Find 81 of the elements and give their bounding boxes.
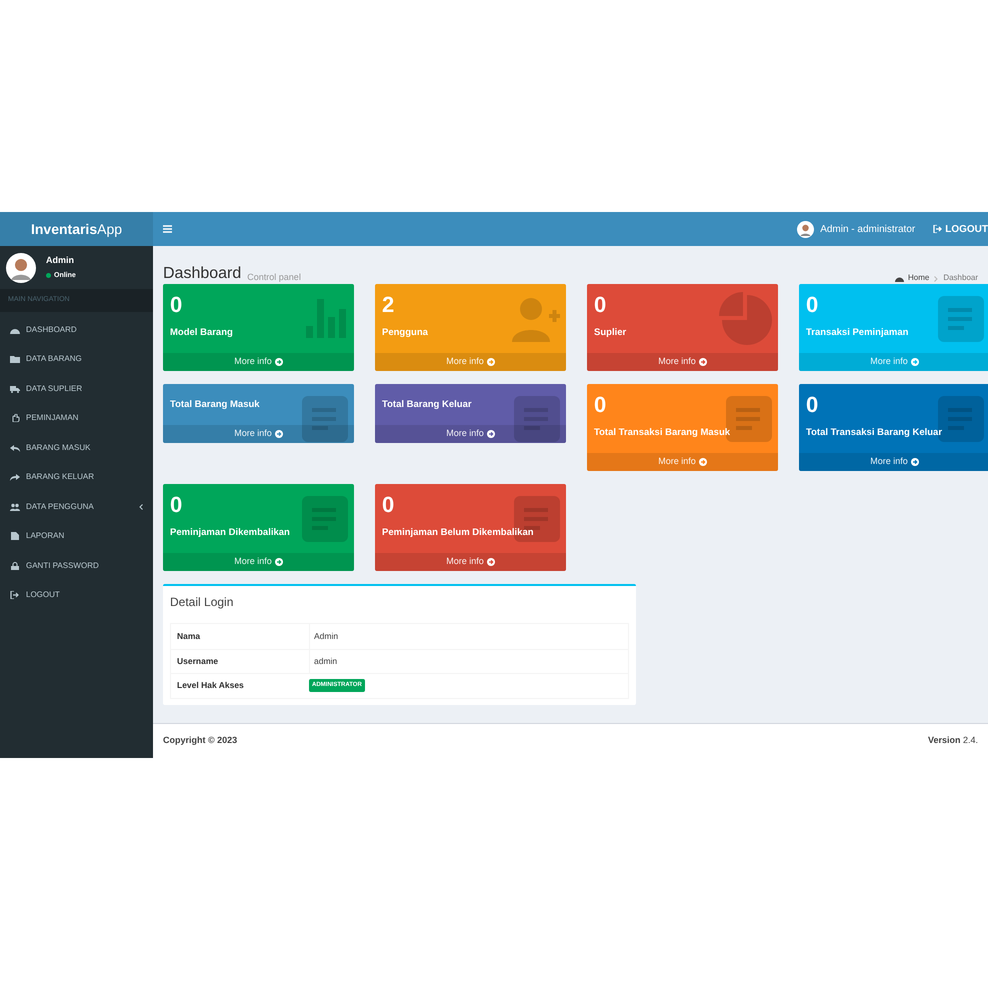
stat-label: Model Barang (170, 326, 234, 340)
field-label: Username (176, 654, 220, 668)
nav-item[interactable]: BARANG KELUAR (0, 462, 153, 492)
more-info-link[interactable]: More info (375, 553, 566, 571)
stat-label: Peminjaman Belum Dikembalikan (382, 526, 535, 540)
nav-item[interactable]: LOGOUT (0, 580, 153, 610)
more-info-link[interactable]: More info (163, 553, 354, 571)
avatar-icon (6, 252, 36, 282)
nav-item[interactable]: LAPORAN (0, 522, 153, 551)
user-name: Admin (46, 254, 75, 267)
panel-title: Detail Login (169, 594, 234, 611)
nav-item[interactable]: PEMINJAMAN (0, 404, 153, 433)
field-label: Level Hak Akses (176, 679, 245, 692)
document-list-icon (302, 496, 348, 542)
stat-number: 0 (806, 392, 820, 418)
logout-link[interactable]: LOGOUT (933, 222, 988, 236)
stat-number: 0 (382, 492, 396, 518)
file-icon (10, 532, 20, 540)
stat-number: 0 (806, 292, 820, 318)
more-info-link[interactable]: More info (375, 425, 566, 443)
reply-icon (10, 444, 20, 452)
arrow-circle-right-icon (698, 358, 707, 366)
dashboard-icon (894, 275, 904, 282)
stat-number: 2 (382, 292, 396, 318)
stat-label: Total Barang Keluar (382, 398, 473, 412)
stat-label: Pengguna (382, 326, 429, 340)
folder-icon (10, 355, 20, 364)
stat-label: Suplier (594, 326, 628, 340)
nav-item[interactable]: DATA BARANG (0, 344, 153, 374)
more-info-link[interactable]: More info (587, 353, 778, 371)
arrow-circle-right-icon (274, 358, 283, 366)
version-text: Version 2.4. (928, 734, 978, 748)
arrow-circle-right-icon (486, 430, 495, 438)
stat-number: 0 (170, 492, 184, 518)
nav-item[interactable]: BARANG MASUK (0, 433, 153, 462)
hand-icon (10, 414, 20, 422)
arrow-circle-right-icon (486, 558, 495, 566)
arrow-circle-right-icon (274, 430, 283, 438)
more-info-link[interactable]: More info (799, 453, 988, 471)
stat-label: Total Barang Masuk (170, 398, 261, 412)
arrow-circle-right-icon (910, 358, 919, 366)
chevron-right-icon (934, 276, 938, 282)
stat-label: Transaksi Peminjaman (806, 326, 910, 340)
document-list-icon (938, 296, 984, 342)
nav-item[interactable]: DASHBOARD (0, 315, 153, 344)
field-value: Admin (309, 624, 338, 648)
nav-item[interactable]: DATA PENGGUNA (0, 492, 153, 522)
user-name[interactable]: Admin - administrator (820, 222, 916, 236)
nav-item[interactable]: GANTI PASSWORD (0, 551, 153, 580)
stat-number: 0 (594, 292, 608, 318)
arrow-circle-right-icon (486, 358, 495, 366)
sign-out-icon (10, 591, 20, 600)
app-logo[interactable]: InventarisApp (0, 212, 153, 246)
stat-label: Total Transaksi Barang Masuk (594, 426, 732, 440)
arrow-circle-right-icon (698, 458, 707, 466)
breadcrumb-current: Dashboar (943, 274, 978, 282)
share-icon (10, 473, 20, 482)
arrow-circle-right-icon (274, 558, 283, 566)
stat-number: 0 (170, 292, 184, 318)
menu-icon[interactable] (163, 225, 172, 233)
lock-icon (10, 562, 20, 570)
stat-label: Total Transaksi Barang Keluar (806, 426, 944, 440)
nav-item[interactable]: DATA SUPLIER (0, 374, 153, 404)
more-info-link[interactable]: More info (163, 353, 354, 371)
pie-chart-icon (719, 292, 772, 345)
stat-number: 0 (594, 392, 608, 418)
avatar-icon (797, 220, 814, 238)
user-plus-icon (512, 297, 560, 342)
sign-out-icon (933, 225, 942, 233)
page-subtitle: Control panel (247, 273, 301, 282)
stat-label: Peminjaman Dikembalikan (170, 526, 291, 540)
users-icon (10, 502, 20, 511)
field-label: Nama (176, 630, 202, 643)
more-info-link[interactable]: More info (163, 425, 354, 443)
field-value: admin (309, 650, 338, 673)
truck-icon (10, 384, 20, 393)
copyright-text: Copyright © 2023 (163, 734, 238, 748)
page-title: Dashboard (163, 266, 242, 282)
bar-chart-icon (306, 299, 348, 338)
arrow-circle-right-icon (910, 458, 919, 466)
breadcrumb-link[interactable]: Home (908, 274, 930, 282)
